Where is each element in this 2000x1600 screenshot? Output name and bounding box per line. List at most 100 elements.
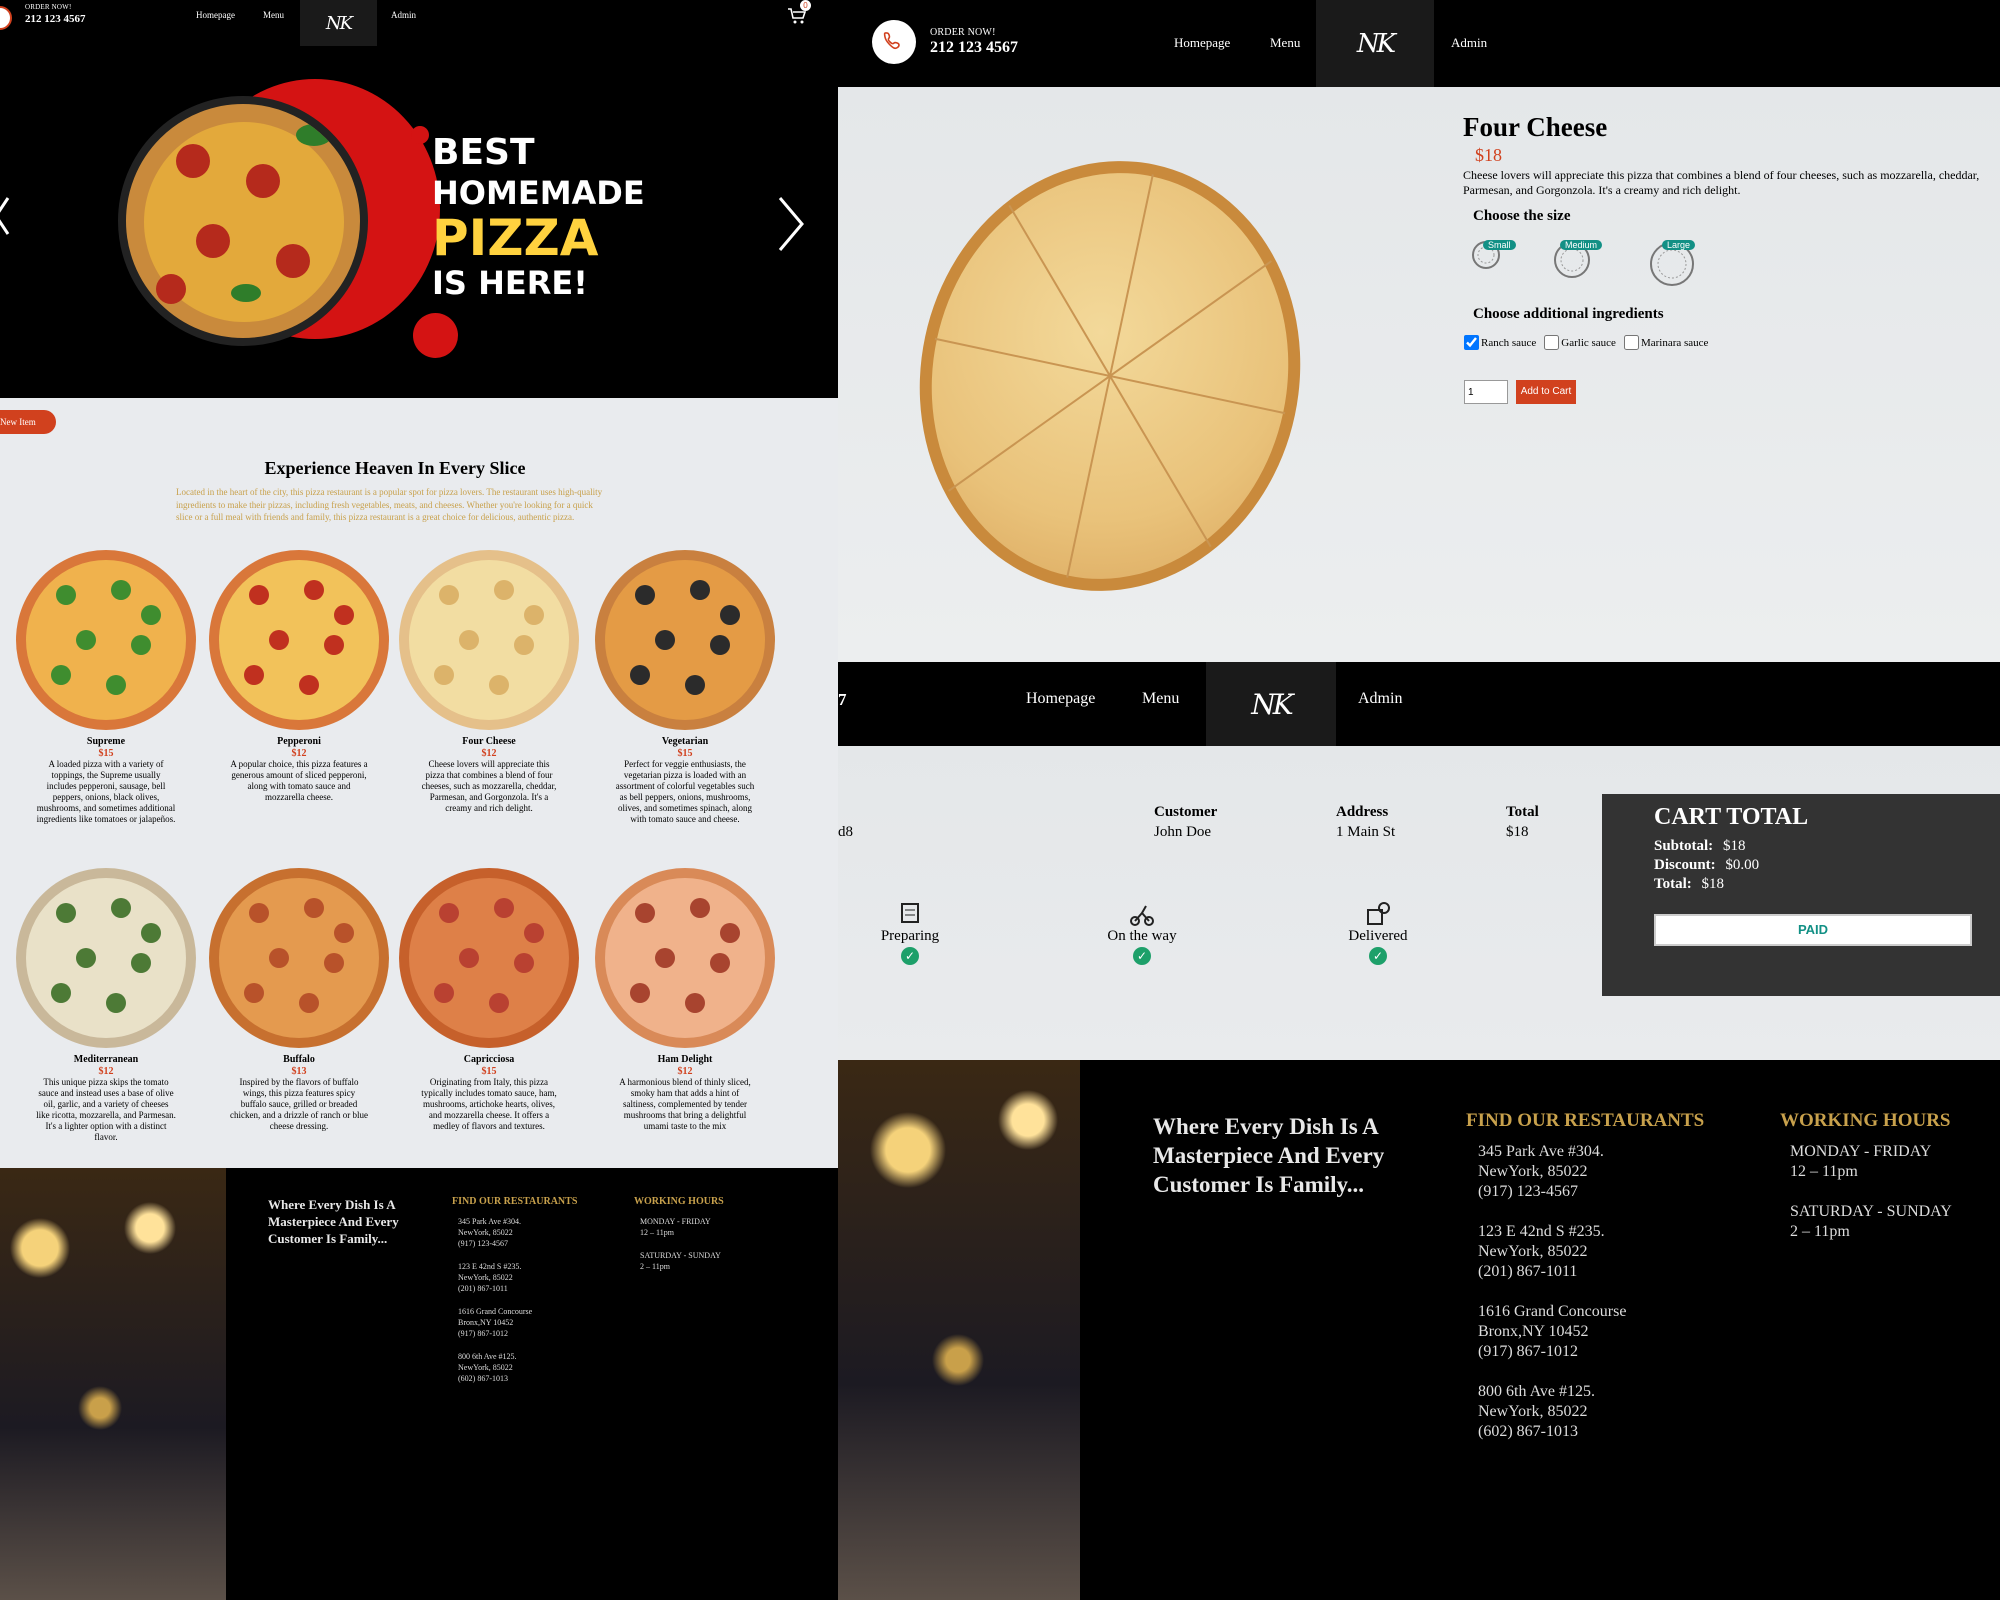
menu-pizza-image[interactable]	[209, 868, 389, 1048]
nav-admin-link[interactable]: Admin	[1358, 690, 1402, 708]
menu-card[interactable]: Mediterranean $12 This unique pizza skips …	[16, 868, 196, 1143]
cart-total-box: CART TOTAL Subtotal: $18 Discount: $0.00…	[1602, 794, 2000, 996]
slider-prev-arrow[interactable]	[0, 196, 12, 236]
nav-menu-link[interactable]: Menu	[263, 10, 284, 20]
restaurant-phone[interactable]: (917) 867-1012	[1478, 1342, 1718, 1362]
hours-time: 2 – 11pm	[1790, 1223, 1850, 1240]
menu-pizza-image[interactable]	[595, 550, 775, 730]
slider-next-arrow[interactable]	[776, 196, 806, 252]
menu-card[interactable]: Vegetarian $15 Perfect for veggie enthusia…	[595, 550, 775, 825]
menu-item-name[interactable]: Capricciosa	[419, 1054, 559, 1066]
product-description: Cheese lovers will appreciate this pizza…	[1463, 168, 1980, 197]
order-id-fragment: d8	[838, 824, 853, 840]
product-navbar: ORDER NOW! 212 123 4567 Homepage Menu NK…	[838, 0, 2000, 87]
menu-card[interactable]: Supreme $15 A loaded pizza with a variety …	[16, 550, 196, 825]
menu-item-name[interactable]: Four Cheese	[419, 736, 559, 748]
restaurant-phone[interactable]: (917) 123-4567	[1478, 1182, 1718, 1202]
menu-item-price: $13	[291, 1066, 307, 1077]
discount-value: $0.00	[1725, 857, 1760, 873]
home-footer: Where Every Dish Is A Masterpiece And Ev…	[0, 1168, 838, 1600]
order-phone[interactable]: 212 123 4567	[930, 39, 1018, 57]
menu-item-name[interactable]: Pepperoni	[229, 736, 369, 748]
menu-pizza-image[interactable]	[16, 868, 196, 1048]
nav-homepage-link[interactable]: Homepage	[1174, 35, 1230, 51]
nav-admin-link[interactable]: Admin	[391, 10, 416, 20]
menu-item-name[interactable]: Ham Delight	[615, 1054, 755, 1066]
nav-homepage-link[interactable]: Homepage	[196, 10, 235, 20]
hero-line-is-here: IS HERE!	[432, 264, 588, 302]
scooter-icon	[1128, 900, 1156, 928]
hero-line-homemade: HOMEMADE	[432, 174, 645, 212]
extra-checkbox[interactable]	[1544, 335, 1560, 350]
menu-item-description: This unique pizza skips the tomato sauce…	[36, 1077, 176, 1142]
menu-item-price: $12	[98, 1066, 114, 1077]
menu-card[interactable]: Four Cheese $12 Cheese lovers will appreci…	[399, 550, 579, 814]
menu-item-name[interactable]: Vegetarian	[615, 736, 755, 748]
menu-pizza-image[interactable]	[595, 868, 775, 1048]
cart-total-title: CART TOTAL	[1654, 804, 1809, 830]
restaurant-entry: 345 Park Ave #304. NewYork, 85022 (917) 12…	[458, 1216, 598, 1249]
nav-menu-link[interactable]: Menu	[1270, 35, 1300, 51]
restaurant-address-line: 1616 Grand Concourse	[1478, 1303, 1627, 1320]
restaurant-phone[interactable]: (917) 867-1012	[458, 1328, 598, 1339]
size-medium[interactable]: Medium	[1552, 240, 1603, 280]
size-small[interactable]: Small	[1471, 240, 1516, 270]
delivered-icon	[1364, 900, 1392, 928]
menu-card[interactable]: Ham Delight $12 A harmonious blend of thin…	[595, 868, 775, 1132]
footer-slogan: Where Every Dish Is A Masterpiece And Ev…	[268, 1197, 399, 1246]
menu-card[interactable]: Pepperoni $12 A popular choice, this pizza…	[209, 550, 389, 803]
add-to-cart-button[interactable]: Add to Cart	[1516, 380, 1576, 404]
menu-pizza-image[interactable]	[209, 550, 389, 730]
delivered-check-icon: ✓	[1369, 947, 1387, 965]
paid-button[interactable]: PAID	[1654, 914, 1972, 946]
site-logo[interactable]: NK	[1206, 662, 1336, 746]
hours-time: 12 – 11pm	[1790, 1163, 1858, 1180]
hours-title: WORKING HOURS	[634, 1196, 724, 1207]
status-delivered: Delivered ✓	[1338, 900, 1418, 965]
order-phone[interactable]: 212 123 4567	[25, 13, 86, 25]
site-logo[interactable]: NK	[1316, 0, 1434, 87]
hours-list: MONDAY - FRIDAY 12 – 11pm SATURDAY - SUNDA…	[1790, 1142, 1990, 1262]
menu-item-name[interactable]: Mediterranean	[36, 1054, 176, 1066]
menu-card[interactable]: Buffalo $13 Inspired by the flavors of buf…	[209, 868, 389, 1132]
restaurant-entry: 123 E 42nd S #235. NewYork, 85022 (201) 86…	[1478, 1222, 1718, 1282]
footer-slogan: Where Every Dish Is A Masterpiece And Ev…	[1153, 1114, 1385, 1197]
restaurant-phone[interactable]: (201) 867-1011	[1478, 1262, 1718, 1282]
menu-item-name[interactable]: Supreme	[36, 736, 176, 748]
product-name: Four Cheese	[1463, 112, 1608, 142]
nav-admin-link[interactable]: Admin	[1451, 35, 1487, 51]
new-item-button[interactable]: New Item	[0, 410, 56, 434]
restaurant-address-line: NewYork, 85022	[458, 1363, 513, 1372]
restaurant-phone[interactable]: (602) 867-1013	[1478, 1422, 1718, 1442]
restaurant-phone[interactable]: (602) 867-1013	[458, 1373, 598, 1384]
menu-pizza-image[interactable]	[16, 550, 196, 730]
quantity-input[interactable]	[1464, 380, 1508, 404]
extra-checkbox[interactable]	[1623, 335, 1639, 350]
menu-pizza-image[interactable]	[399, 868, 579, 1048]
menu-item-name[interactable]: Buffalo	[229, 1054, 369, 1066]
address-value: 1 Main St	[1336, 824, 1396, 840]
menu-title: Experience Heaven In Every Slice	[264, 458, 526, 478]
total-header: Total	[1506, 804, 1539, 820]
subtotal-label: Subtotal:	[1654, 838, 1714, 854]
restaurant-phone[interactable]: (917) 123-4567	[458, 1238, 598, 1249]
nav-menu-link[interactable]: Menu	[1142, 690, 1179, 708]
phone-icon[interactable]	[872, 20, 916, 64]
hours-time: 2 – 11pm	[640, 1262, 670, 1271]
nav-homepage-link[interactable]: Homepage	[1026, 690, 1095, 708]
size-large[interactable]: Large	[1648, 240, 1696, 288]
preparing-icon	[896, 900, 924, 928]
menu-intro: Located in the heart of the city, this p…	[176, 487, 603, 522]
restaurant-phone[interactable]: (201) 867-1011	[458, 1283, 598, 1294]
site-logo[interactable]: NK	[300, 0, 377, 46]
footer-bokeh-image	[838, 1060, 1080, 1600]
phone-icon[interactable]	[0, 6, 12, 30]
menu-item-description: A popular choice, this pizza features a …	[230, 759, 368, 802]
menu-item-price: $12	[291, 748, 307, 759]
menu-pizza-image[interactable]	[399, 550, 579, 730]
hero-headline: BEST HOMEMADE PIZZA IS HERE!	[432, 131, 645, 301]
extra-checkbox[interactable]	[1464, 335, 1479, 350]
restaurant-list: 345 Park Ave #304. NewYork, 85022 (917) 12…	[1478, 1142, 1718, 1462]
hero-pizza-image	[118, 96, 368, 346]
menu-card[interactable]: Capricciosa $15 Originating from Italy, th…	[399, 868, 579, 1132]
